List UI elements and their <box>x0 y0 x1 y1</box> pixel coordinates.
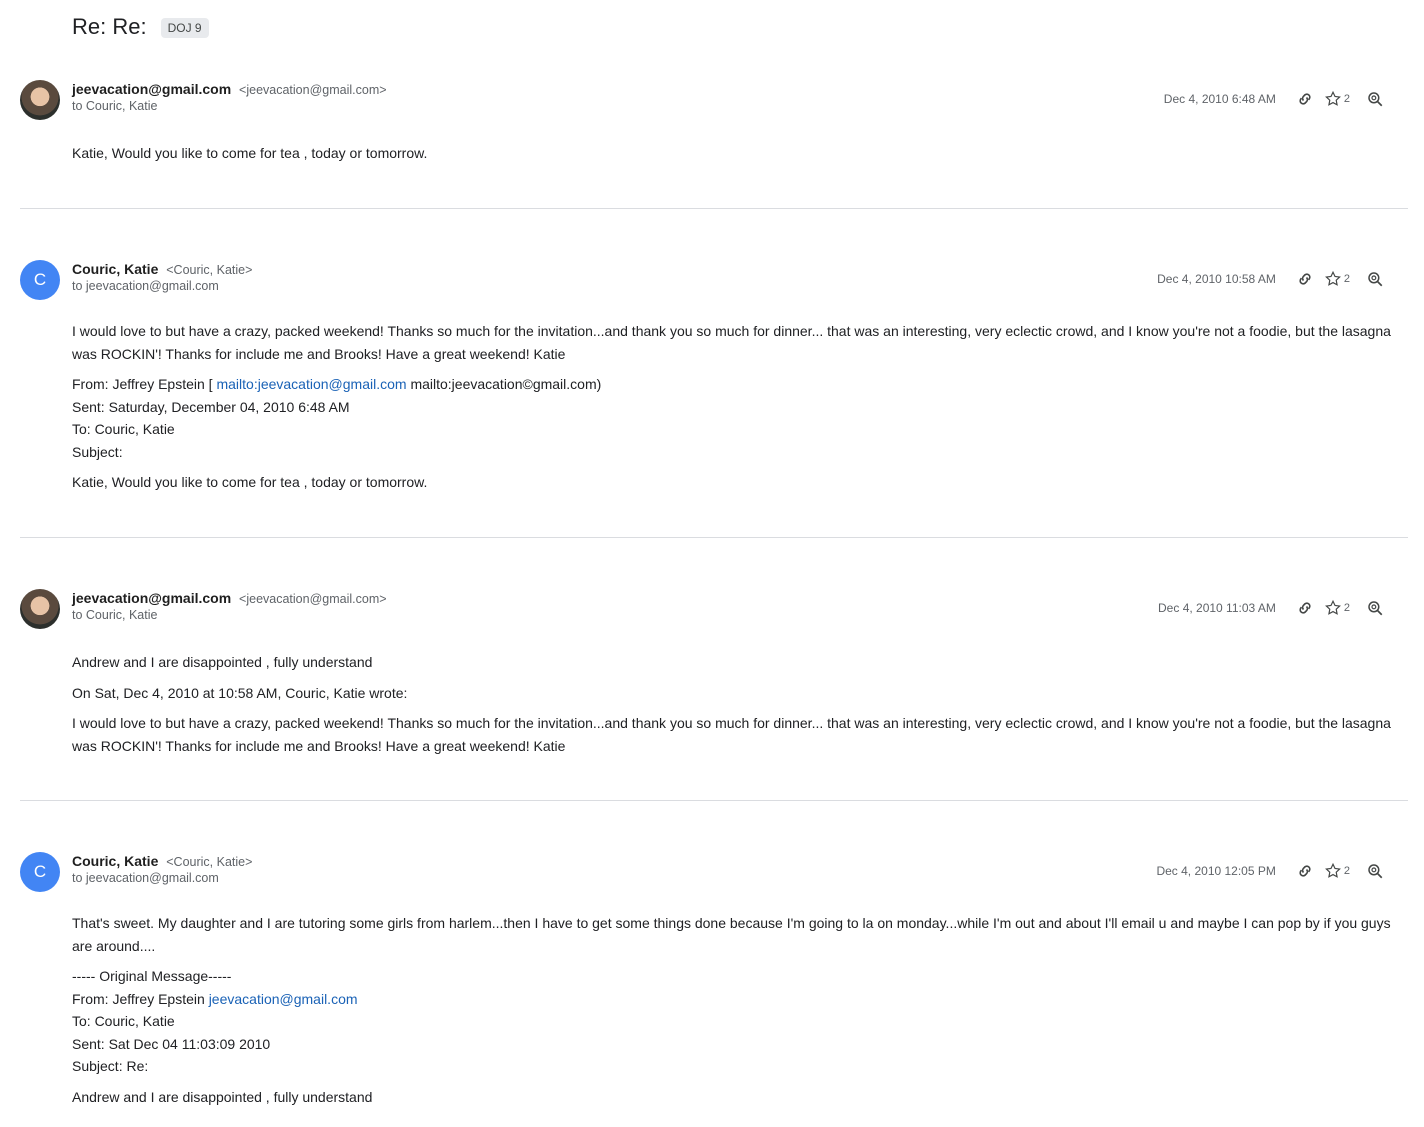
quote-attribution: On Sat, Dec 4, 2010 at 10:58 AM, Couric,… <box>72 684 408 701</box>
message-meta: Dec 4, 2010 6:48 AM 2 <box>1164 88 1386 110</box>
quoted-sent-line: Sent: Saturday, December 04, 2010 6:48 A… <box>72 398 350 415</box>
message-date: Dec 4, 2010 6:48 AM <box>1163 92 1276 106</box>
thread-label-chip[interactable]: DOJ 9 <box>160 18 209 38</box>
message-header: C Couric, Katie <Couric, Katie> to jeeva… <box>20 852 1408 896</box>
star-count: 2 <box>1343 273 1350 285</box>
message-meta: Dec 4, 2010 12:05 PM 2 <box>1156 860 1386 882</box>
thread-subject: Re: Re: <box>72 14 147 39</box>
star-icon <box>1324 90 1341 106</box>
sender-name[interactable]: Couric, Katie <box>72 853 158 869</box>
quoted-to-line: To: Couric, Katie <box>72 421 175 437</box>
message-date: Dec 4, 2010 12:05 PM <box>1156 864 1276 878</box>
star-icon <box>1324 270 1341 286</box>
link-icon[interactable] <box>1294 597 1316 619</box>
message-header: C Couric, Katie <Couric, Katie> to jeeva… <box>20 260 1408 304</box>
zoom-search-icon[interactable] <box>1364 268 1386 290</box>
star-button[interactable]: 2 <box>1324 599 1350 617</box>
sender-address: <Couric, Katie> <box>166 263 253 277</box>
link-icon[interactable] <box>1294 268 1316 290</box>
quoted-from-prefix: From: Jeffrey Epstein [ <box>72 376 213 392</box>
sender-avatar[interactable]: C <box>20 260 60 300</box>
zoom-search-icon[interactable] <box>1364 860 1386 882</box>
recipient-line: to Couric, Katie <box>72 99 158 113</box>
original-message-marker: ----- Original Message----- <box>72 968 232 984</box>
sender-line: jeevacation@gmail.com <jeevacation@gmail… <box>72 589 387 608</box>
message-1: jeevacation@gmail.com <jeevacation@gmail… <box>20 80 1408 173</box>
star-button[interactable]: 2 <box>1324 90 1350 108</box>
sender-line: jeevacation@gmail.com <jeevacation@gmail… <box>72 80 387 99</box>
body-paragraph: Andrew and I are disappointed , fully un… <box>72 654 373 670</box>
sender-avatar[interactable]: C <box>20 852 60 892</box>
body-paragraph: I would love to but have a crazy, packed… <box>72 323 1391 362</box>
zoom-search-icon[interactable] <box>1364 88 1386 110</box>
message-body: I would love to but have a crazy, packed… <box>72 320 1402 494</box>
sender-avatar[interactable] <box>20 80 60 120</box>
sender-avatar[interactable] <box>20 589 60 629</box>
message-4: C Couric, Katie <Couric, Katie> to jeeva… <box>20 852 1408 1116</box>
quoted-to-line: To: Couric, Katie <box>72 1013 175 1029</box>
thread-header: Re: Re: DOJ 9 <box>72 14 209 40</box>
quoted-paragraph: I would love to but have a crazy, packed… <box>72 715 1391 754</box>
message-divider <box>20 800 1408 801</box>
star-button[interactable]: 2 <box>1324 862 1350 880</box>
quoted-from-suffix: mailto:jeevacation©gmail.com) <box>410 376 602 392</box>
star-icon <box>1324 862 1341 878</box>
quoted-subject-line: Subject: Re: <box>72 1058 149 1074</box>
sender-address: <jeevacation@gmail.com> <box>239 83 387 97</box>
message-date: Dec 4, 2010 11:03 AM <box>1158 601 1276 615</box>
message-meta: Dec 4, 2010 11:03 AM 2 <box>1158 597 1386 619</box>
message-3: jeevacation@gmail.com <jeevacation@gmail… <box>20 589 1408 765</box>
quoted-from-prefix: From: Jeffrey Epstein <box>72 990 205 1007</box>
sender-line: Couric, Katie <Couric, Katie> <box>72 260 252 279</box>
message-2: C Couric, Katie <Couric, Katie> to jeeva… <box>20 260 1408 502</box>
message-divider <box>20 208 1408 209</box>
sender-address: <jeevacation@gmail.com> <box>239 592 387 606</box>
message-header: jeevacation@gmail.com <jeevacation@gmail… <box>20 80 1408 124</box>
quoted-from-line: From: Jeffrey Epstein jeevacation@gmail.… <box>72 988 1402 1011</box>
star-count: 2 <box>1343 865 1350 877</box>
sender-name[interactable]: Couric, Katie <box>72 261 158 277</box>
body-paragraph: That's sweet. My daughter and I are tuto… <box>72 915 1391 954</box>
quoted-paragraph: Andrew and I are disappointed , fully un… <box>72 1088 373 1105</box>
quoted-header: ----- Original Message----- From: Jeffre… <box>72 965 1402 1078</box>
sender-name[interactable]: jeevacation@gmail.com <box>72 81 231 97</box>
quoted-sent-line: Sent: Sat Dec 04 11:03:09 2010 <box>72 1035 271 1052</box>
quoted-subject-line: Subject: <box>72 443 123 460</box>
email-link[interactable]: jeevacation@gmail.com <box>209 991 358 1007</box>
message-divider <box>20 537 1408 538</box>
star-count: 2 <box>1343 93 1350 105</box>
quoted-paragraph: Katie, Would you like to come for tea , … <box>72 474 428 490</box>
sender-address: <Couric, Katie> <box>166 855 253 869</box>
star-count: 2 <box>1343 602 1350 614</box>
sender-line: Couric, Katie <Couric, Katie> <box>72 852 252 871</box>
sender-name[interactable]: jeevacation@gmail.com <box>72 590 231 606</box>
message-body: Andrew and I are disappointed , fully un… <box>72 651 1402 757</box>
message-date: Dec 4, 2010 10:58 AM <box>1157 272 1276 286</box>
link-icon[interactable] <box>1294 88 1316 110</box>
recipient-line: to jeevacation@gmail.com <box>72 279 219 293</box>
link-icon[interactable] <box>1294 860 1316 882</box>
quoted-header: From: Jeffrey Epstein [ mailto:jeevacati… <box>72 373 1402 463</box>
mailto-link[interactable]: mailto:jeevacation@gmail.com <box>216 376 406 392</box>
message-body: Katie, Would you like to come for tea , … <box>72 142 1402 165</box>
message-meta: Dec 4, 2010 10:58 AM 2 <box>1157 268 1386 290</box>
recipient-line: to Couric, Katie <box>72 608 158 622</box>
quoted-from-line: From: Jeffrey Epstein [ mailto:jeevacati… <box>72 373 1402 396</box>
body-paragraph: Katie, Would you like to come for tea , … <box>72 145 428 161</box>
message-header: jeevacation@gmail.com <jeevacation@gmail… <box>20 589 1408 633</box>
recipient-line: to jeevacation@gmail.com <box>72 871 219 885</box>
star-icon <box>1324 599 1341 615</box>
star-button[interactable]: 2 <box>1324 270 1350 288</box>
zoom-search-icon[interactable] <box>1364 597 1386 619</box>
message-body: That's sweet. My daughter and I are tuto… <box>72 912 1402 1108</box>
